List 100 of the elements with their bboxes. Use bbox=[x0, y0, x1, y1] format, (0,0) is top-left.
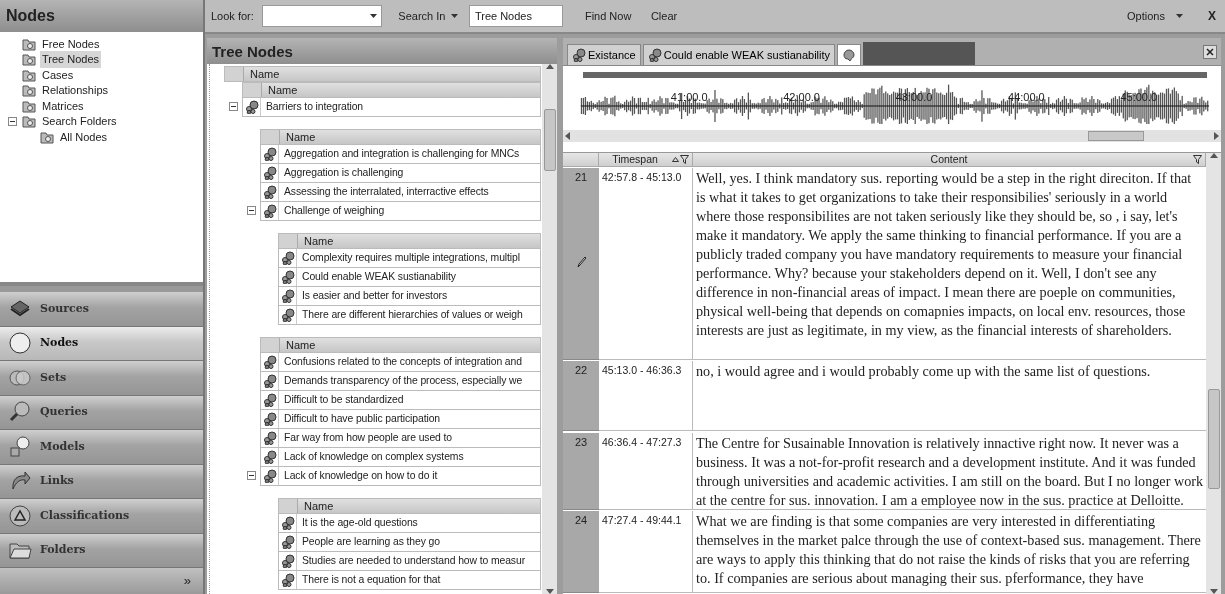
tree-item[interactable]: Free Nodes bbox=[40, 35, 102, 52]
scrollbar[interactable] bbox=[1206, 153, 1221, 594]
speech-bubble-icon bbox=[842, 48, 856, 62]
node-icon bbox=[280, 535, 295, 549]
node-icon bbox=[262, 450, 277, 464]
document-tab[interactable]: Existance bbox=[567, 44, 641, 65]
scroll-arrow-icon bbox=[1214, 132, 1219, 140]
node-icon bbox=[262, 412, 277, 426]
row-header[interactable]: 23 bbox=[563, 432, 599, 510]
tree-row[interactable]: Could enable WEAK sustianability bbox=[278, 268, 541, 287]
column-header[interactable]: Name bbox=[260, 337, 541, 353]
tree-row[interactable]: Difficult to be standardized bbox=[260, 391, 541, 410]
scrollbar[interactable] bbox=[563, 130, 1221, 142]
tree-row[interactable]: It is the age-old questions bbox=[278, 514, 541, 533]
close-button[interactable] bbox=[1203, 44, 1217, 59]
node-icon bbox=[572, 48, 586, 62]
tree-row[interactable]: Aggregation is challenging bbox=[260, 164, 541, 183]
nav-button[interactable]: Folders bbox=[0, 533, 203, 568]
caret-icon bbox=[1176, 14, 1183, 18]
tree-row[interactable]: Lack of knowledge on complex systems bbox=[260, 448, 541, 467]
column-header[interactable]: Name bbox=[224, 66, 541, 82]
node-icon bbox=[262, 469, 277, 483]
scrollbar[interactable] bbox=[542, 64, 557, 594]
tree-item[interactable]: All Nodes bbox=[58, 128, 110, 145]
tree-row[interactable]: There are different hierarchies of values or weigh bbox=[278, 306, 541, 325]
collapse-toggle[interactable] bbox=[247, 471, 256, 480]
field-label: Look for: bbox=[211, 8, 254, 24]
timespan-cell: 45:13.0 - 46:36.3 bbox=[599, 361, 693, 432]
search-in-dropdown[interactable]: Search In bbox=[395, 7, 461, 25]
tree-row[interactable]: Complexity requires multiple integrations, multipl bbox=[278, 249, 541, 268]
node-icon bbox=[262, 374, 277, 388]
column-header[interactable]: Name bbox=[242, 82, 541, 98]
tree-row[interactable]: Confusions related to the concepts of integration and bbox=[260, 353, 541, 372]
collapse-toggle[interactable] bbox=[229, 102, 238, 111]
node-name: It is the age-old questions bbox=[301, 516, 418, 531]
panel-title: Nodes bbox=[0, 0, 203, 32]
folder-icon bbox=[22, 83, 36, 98]
scroll-thumb[interactable] bbox=[543, 109, 556, 171]
node-name: Lack of knowledge on complex systems bbox=[283, 450, 464, 465]
tree-item[interactable]: Matrices bbox=[40, 97, 86, 114]
caret-icon bbox=[369, 14, 377, 18]
row-header[interactable]: 22 bbox=[563, 361, 599, 432]
row-number: 21 bbox=[574, 170, 588, 186]
row-header[interactable]: 24 bbox=[563, 510, 599, 593]
nav-button[interactable]: Queries bbox=[0, 395, 203, 430]
node-icon bbox=[262, 147, 277, 161]
column-header[interactable]: Content bbox=[930, 153, 968, 168]
tree-item[interactable]: Tree Nodes bbox=[40, 51, 102, 68]
tree-row[interactable]: Is easier and better for investors bbox=[278, 287, 541, 306]
nav-button[interactable]: Classifications bbox=[0, 499, 203, 534]
node-icon bbox=[280, 289, 295, 303]
node-name: Challenge of weighing bbox=[283, 204, 385, 219]
row-number: 24 bbox=[574, 512, 588, 528]
tree-row[interactable]: Aggregation and integration is challenging for MNCs bbox=[260, 145, 541, 164]
clear-button[interactable]: Clear bbox=[647, 7, 681, 25]
document-tab[interactable]: Could enable WEAK sustianability bbox=[642, 44, 835, 65]
column-header[interactable]: Name bbox=[260, 129, 541, 145]
folder-icon bbox=[22, 114, 36, 129]
find-now-button[interactable]: Find Now bbox=[581, 7, 635, 25]
nav-button[interactable]: Nodes bbox=[0, 326, 203, 361]
tree-item[interactable]: Cases bbox=[40, 66, 76, 83]
node-icon bbox=[262, 204, 277, 218]
column-header[interactable]: Name bbox=[278, 233, 541, 249]
node-icon bbox=[647, 48, 662, 62]
tree-row[interactable]: Far way from how people are used to bbox=[260, 429, 541, 448]
node-name: Demands transparency of the process, especially we bbox=[283, 374, 523, 389]
tree-row[interactable]: Difficult to have public participation bbox=[260, 410, 541, 429]
search-field[interactable] bbox=[261, 5, 382, 27]
collapse-toggle[interactable] bbox=[8, 116, 17, 126]
search-scope-field[interactable]: Tree Nodes bbox=[468, 5, 563, 27]
document-tab[interactable] bbox=[837, 44, 861, 65]
close-button[interactable]: X bbox=[1205, 7, 1219, 25]
tree-row[interactable]: Assessing the interralated, interractive effects bbox=[260, 183, 541, 202]
options-dropdown[interactable]: Options bbox=[1124, 7, 1186, 25]
tree-row[interactable]: There is not a equation for that bbox=[278, 571, 541, 590]
tree-item[interactable]: Relationships bbox=[40, 82, 111, 99]
tree-item[interactable]: Search Folders bbox=[40, 113, 119, 130]
node-icon bbox=[262, 393, 277, 407]
scroll-thumb[interactable] bbox=[1088, 131, 1144, 141]
nav-button[interactable]: Links bbox=[0, 464, 203, 499]
row-number: 23 bbox=[574, 434, 588, 450]
row-number: 22 bbox=[574, 363, 588, 379]
nav-button[interactable]: Models bbox=[0, 430, 203, 465]
nav-button[interactable]: Sets bbox=[0, 361, 203, 396]
node-icon bbox=[244, 100, 259, 114]
node-name: Studies are needed to understand how to measur bbox=[301, 554, 525, 569]
column-header[interactable]: Name bbox=[278, 498, 541, 514]
transcript-text: no, i would agree and i would probably come up with the same list of questions. bbox=[693, 361, 1206, 432]
row-header[interactable]: 21 bbox=[563, 168, 599, 361]
folder-icon bbox=[40, 129, 54, 144]
scroll-thumb[interactable] bbox=[1207, 389, 1220, 489]
scroll-arrow-icon bbox=[545, 64, 554, 69]
tree-row[interactable]: People are learning as they go bbox=[278, 533, 541, 552]
nav-button[interactable]: Sources bbox=[0, 292, 203, 327]
tree-row[interactable]: Studies are needed to understand how to measur bbox=[278, 552, 541, 571]
node-name: There is not a equation for that bbox=[301, 573, 441, 588]
expand-chevron-icon[interactable]: » bbox=[183, 571, 191, 591]
collapse-toggle[interactable] bbox=[247, 206, 256, 215]
node-name: People are learning as they go bbox=[301, 535, 440, 550]
tree-row[interactable]: Demands transparency of the process, especially we bbox=[260, 372, 541, 391]
